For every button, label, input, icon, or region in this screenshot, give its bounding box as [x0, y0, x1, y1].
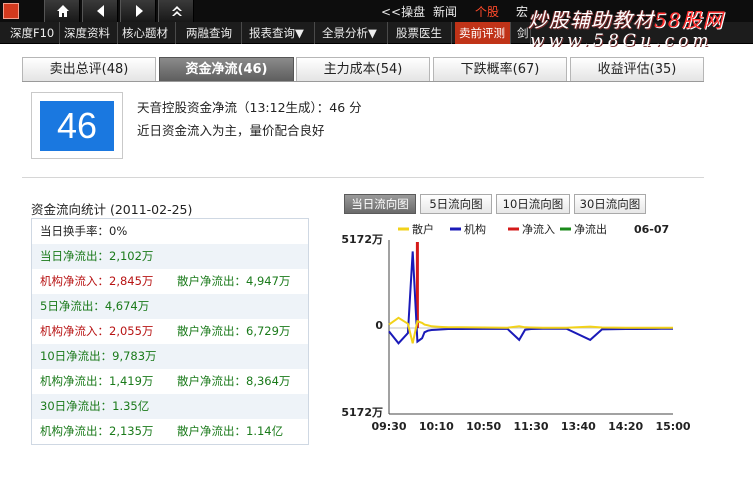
double-chevron-up-icon	[172, 6, 182, 16]
y-tick-label: 0	[375, 319, 383, 332]
table-row: 机构净流出：1,419万 散户净流出：8,364万	[32, 369, 308, 394]
chart-tab-3[interactable]: 30日流向图	[574, 194, 646, 214]
stat-value: 机构净流入：2,055万	[40, 324, 154, 338]
y-tick-label: 5172万	[341, 406, 383, 419]
nav-item-1[interactable]: 深度资料	[60, 22, 118, 44]
stat-value: 散户净流出：6,729万	[177, 324, 291, 338]
y-tick-label: 5172万	[341, 233, 383, 246]
stat-value: 当日换手率：0%	[40, 224, 128, 238]
stats-title: 资金流向统计 (2011-02-25)	[31, 202, 193, 217]
legend-label: 净流出	[574, 222, 607, 236]
chart-tab-0[interactable]: 当日流向图	[344, 194, 416, 214]
chart-date: 06-07	[634, 223, 669, 236]
evaluation-tabs: 卖出总评(48) 资金净流(46) 主力成本(54) 下跌概率(67) 收益评估(35)	[22, 57, 704, 82]
legend-label: 散户	[412, 222, 434, 236]
score-headline: 天音控股资金净流（13:12生成）：46 分	[137, 100, 362, 115]
table-row: 30日净流出：1.35亿	[32, 394, 308, 419]
stat-value: 10日净流出：9,783万	[40, 349, 157, 363]
top-link-2[interactable]: 个股	[475, 3, 499, 20]
fund-flow-chart: 散户 机构 净流入 净流出 06-075172万05172万09:30 10:10 10:5…	[341, 222, 690, 433]
legend-label: 机构	[464, 222, 486, 236]
chart-tab-1[interactable]: 5日流向图	[420, 194, 492, 214]
series-line	[388, 251, 673, 345]
nav-item-4[interactable]: 报表查询▼	[245, 22, 315, 44]
stat-value: 机构净流出：1,419万	[40, 374, 154, 388]
x-tick-label: 10:50	[466, 420, 501, 433]
top-link-0[interactable]: <<操盘	[381, 3, 425, 20]
stat-value: 散户净流出：4,947万	[177, 274, 291, 288]
table-row: 机构净流入：2,055万 散户净流出：6,729万	[32, 319, 308, 344]
app-logo-icon	[3, 3, 19, 19]
stat-value: 当日净流出：2,102万	[40, 249, 154, 263]
tab-0[interactable]: 卖出总评(48)	[22, 57, 156, 81]
table-row: 10日净流出：9,783万	[32, 344, 308, 369]
top-link-1[interactable]: 新闻	[433, 3, 457, 20]
nav-item-3[interactable]: 两融查询	[182, 22, 242, 44]
nav-item-7[interactable]: 卖前评测	[455, 22, 511, 44]
watermark-url: www.58Gu.com	[530, 31, 713, 51]
home-icon	[57, 5, 69, 17]
arrow-right-icon	[136, 5, 143, 17]
home-button[interactable]	[44, 0, 80, 22]
collapse-button[interactable]	[158, 0, 194, 22]
nav-item-0[interactable]: 深度F10	[6, 22, 60, 44]
table-row: 当日换手率：0%	[32, 219, 308, 244]
stat-value: 机构净流出：2,135万	[40, 424, 154, 438]
tab-1[interactable]: 资金净流(46)	[159, 57, 294, 81]
x-tick-label: 09:30	[371, 420, 406, 433]
x-tick-label: 11:30	[513, 420, 548, 433]
stat-value: 散户净流出：1.14亿	[177, 424, 284, 438]
back-button[interactable]	[82, 0, 118, 22]
top-link-3[interactable]: 宏	[516, 3, 528, 20]
tab-3[interactable]: 下跌概率(67)	[433, 57, 567, 81]
score-comment: 近日资金流入为主，量价配合良好	[137, 123, 325, 138]
arrow-left-icon	[97, 5, 104, 17]
table-row: 机构净流出：2,135万 散户净流出：1.14亿	[32, 419, 308, 444]
table-row: 机构净流入：2,845万 散户净流出：4,947万	[32, 269, 308, 294]
legend-label: 净流入	[522, 222, 555, 236]
fund-flow-stats-table: 当日换手率：0% 当日净流出：2,102万 机构净流入：2,845万 散户净流出：4,…	[31, 218, 309, 445]
tab-4[interactable]: 收益评估(35)	[570, 57, 704, 81]
stat-value: 5日净流出：4,674万	[40, 299, 150, 313]
chart-tab-2[interactable]: 10日流向图	[496, 194, 570, 214]
tab-2[interactable]: 主力成本(54)	[296, 57, 430, 81]
x-tick-label: 14:20	[608, 420, 643, 433]
table-row: 5日净流出：4,674万	[32, 294, 308, 319]
score-panel: 46	[31, 92, 123, 159]
x-tick-label: 15:00	[655, 420, 690, 433]
forward-button[interactable]	[120, 0, 156, 22]
stat-value: 机构净流入：2,845万	[40, 274, 154, 288]
score-value: 46	[40, 101, 114, 151]
x-tick-label: 13:40	[561, 420, 596, 433]
nav-item-6[interactable]: 股票医生	[392, 22, 452, 44]
table-row: 当日净流出：2,102万	[32, 244, 308, 269]
nav-item-5[interactable]: 全景分析▼	[318, 22, 388, 44]
stat-value: 30日净流出：1.35亿	[40, 399, 150, 413]
stat-value: 散户净流出：8,364万	[177, 374, 291, 388]
watermark-text: 炒股辅助教材58股网	[528, 8, 724, 32]
divider	[22, 177, 704, 178]
x-tick-label: 10:10	[419, 420, 454, 433]
nav-item-2[interactable]: 核心题材	[118, 22, 176, 44]
